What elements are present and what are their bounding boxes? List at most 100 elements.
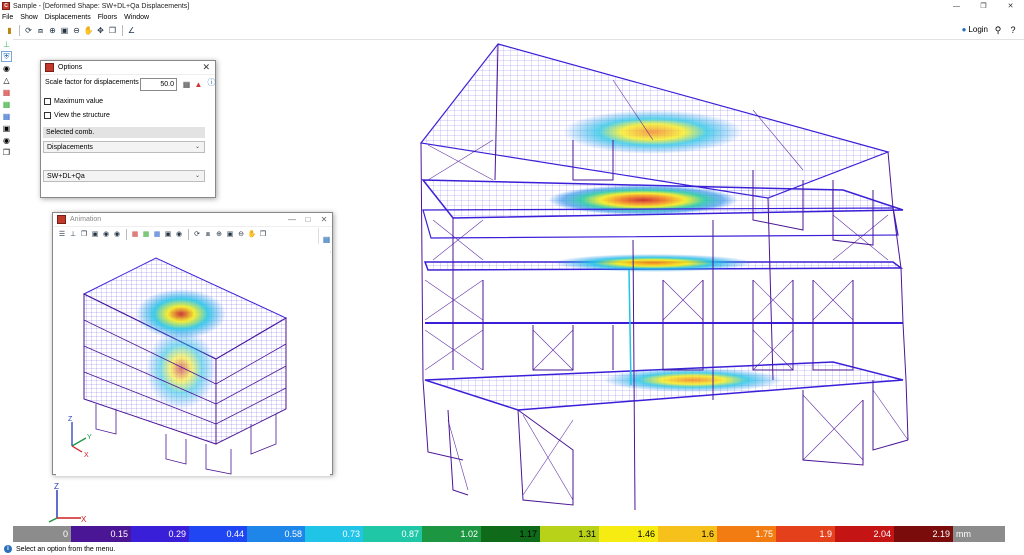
scale-factor-label: Scale factor for displacements bbox=[45, 79, 139, 86]
color-map-icon[interactable]: ▦ bbox=[1, 87, 12, 98]
copy-icon[interactable]: ❐ bbox=[1, 147, 12, 158]
axes-icon[interactable]: ⊥ bbox=[1, 39, 12, 50]
zoom-out-icon[interactable]: ⊖ bbox=[236, 230, 246, 240]
legend-segment: 2.04 bbox=[835, 526, 894, 542]
menu-floors[interactable]: Floors bbox=[98, 14, 117, 21]
menu-displacements[interactable]: Displacements bbox=[45, 14, 91, 21]
slab-icon[interactable]: ▦ bbox=[1, 111, 12, 122]
zoom-window-icon[interactable]: ⧈ bbox=[35, 25, 46, 36]
legend-label: 2.04 bbox=[873, 529, 891, 539]
view-3d-icon[interactable]: ❒ bbox=[258, 230, 268, 240]
legend-label: 0.73 bbox=[342, 529, 360, 539]
axis-x-label: X bbox=[81, 515, 87, 524]
combination-select[interactable]: SW+DL+Qa ⌄ bbox=[43, 170, 205, 182]
restore-button[interactable]: ❐ bbox=[970, 0, 997, 12]
frame-icon[interactable]: ▣ bbox=[90, 230, 100, 240]
options-title-bar: Options bbox=[41, 61, 215, 75]
deformed-icon[interactable]: △ bbox=[1, 75, 12, 86]
view-structure-checkbox[interactable]: View the structure bbox=[44, 112, 110, 119]
dialog-app-icon bbox=[45, 63, 54, 72]
view-structure-label: View the structure bbox=[54, 112, 110, 119]
view-eye-icon[interactable]: ◉ bbox=[174, 230, 184, 240]
grid-icon[interactable]: ▦ bbox=[1, 99, 12, 110]
zoom-in-icon[interactable]: ⊕ bbox=[47, 25, 58, 36]
search-icon[interactable]: ⚲ bbox=[992, 24, 1004, 36]
status-message: Select an option from the menu. bbox=[16, 545, 116, 553]
measure-icon[interactable]: ∠ bbox=[126, 25, 137, 36]
anim-axis-y-label: Y bbox=[87, 434, 92, 441]
zoom-out-icon[interactable]: ⊖ bbox=[71, 25, 82, 36]
copy-icon[interactable]: ❐ bbox=[79, 230, 89, 240]
exit-icon[interactable]: ▮ bbox=[4, 25, 15, 36]
rotate-icon[interactable]: ⟳ bbox=[23, 25, 34, 36]
animation-close-button[interactable]: ✕ bbox=[316, 213, 332, 226]
status-bar: i Select an option from the menu. bbox=[0, 543, 1024, 555]
animation-viewport[interactable]: Z Y X bbox=[56, 244, 330, 476]
menu-show[interactable]: Show bbox=[20, 14, 38, 21]
menu-window[interactable]: Window bbox=[124, 14, 149, 21]
apply-icon[interactable]: ▲ bbox=[193, 79, 204, 90]
main-toolbar: ▮ ⟳ ⧈ ⊕ ▣ ⊖ ✋ ✥ ❒ ∠ bbox=[0, 23, 1024, 38]
legend-label: 1.75 bbox=[755, 529, 773, 539]
help-icon[interactable]: ? bbox=[1007, 24, 1019, 36]
legend-unit: mm bbox=[956, 529, 971, 539]
options-close-icon[interactable]: ✕ bbox=[202, 62, 210, 73]
stack-icon[interactable]: ☰ bbox=[57, 230, 67, 240]
close-window-button[interactable]: ✕ bbox=[997, 0, 1024, 12]
result-type-select[interactable]: Displacements ⌄ bbox=[43, 141, 205, 153]
zoom-all-icon[interactable]: ▣ bbox=[225, 230, 235, 240]
displacement-legend: 0 0.15 0.29 0.44 0.58 0.73 0.87 1.02 1.17 1.31 1.4… bbox=[13, 526, 1024, 542]
rotate-icon[interactable]: ⟳ bbox=[192, 230, 202, 240]
zoom-window-icon[interactable]: ⧈ bbox=[203, 230, 213, 240]
maximum-value-checkbox[interactable]: Maximum value bbox=[44, 98, 103, 105]
slab-icon[interactable]: ▦ bbox=[152, 230, 162, 240]
options-dialog: Options ✕ Scale factor for displacements… bbox=[40, 60, 216, 198]
login-button[interactable]: ● Login bbox=[962, 25, 988, 34]
scale-factor-input[interactable]: 50.0 bbox=[140, 78, 177, 91]
pan-hand-icon[interactable]: ✋ bbox=[247, 230, 257, 240]
dialog-help-icon[interactable]: ⓘ bbox=[206, 77, 217, 88]
menu-file[interactable]: File bbox=[2, 14, 13, 21]
legend-segment: 0.44 bbox=[189, 526, 247, 542]
camera-icon[interactable]: ◉ bbox=[101, 230, 111, 240]
app-icon: C bbox=[2, 2, 10, 10]
options-title: Options bbox=[58, 64, 83, 71]
cube-icon[interactable]: ▣ bbox=[1, 123, 12, 134]
pan-hand-icon[interactable]: ✋ bbox=[83, 25, 94, 36]
legend-segment: 0 bbox=[13, 526, 71, 542]
anim-axis-z-label: Z bbox=[68, 416, 73, 423]
zoom-all-icon[interactable]: ▣ bbox=[59, 25, 70, 36]
view-eye-icon[interactable]: ◉ bbox=[1, 135, 12, 146]
cube-icon[interactable]: ▣ bbox=[163, 230, 173, 240]
dialog-app-icon bbox=[57, 215, 66, 224]
legend-label: 0.44 bbox=[226, 529, 244, 539]
chevron-down-icon: ⌄ bbox=[194, 144, 200, 150]
legend-segment: 1.02 bbox=[422, 526, 481, 542]
anim-axis-x-label: X bbox=[84, 452, 89, 458]
result-type-value: Displacements bbox=[47, 143, 93, 151]
legend-label: 2.19 bbox=[932, 529, 950, 539]
legend-segment: 0.58 bbox=[247, 526, 305, 542]
view-3d-icon[interactable]: ❒ bbox=[107, 25, 118, 36]
animation-maximize-button[interactable]: □ bbox=[300, 213, 316, 226]
move-icon[interactable]: ✥ bbox=[95, 25, 106, 36]
legend-segment: 1.31 bbox=[540, 526, 599, 542]
axis-z-label: Z bbox=[54, 482, 59, 491]
shield-icon[interactable]: ⛨ bbox=[1, 51, 12, 62]
login-label: Login bbox=[968, 25, 988, 34]
calculator-icon[interactable]: ▦ bbox=[181, 79, 192, 90]
legend-segment: mm bbox=[953, 526, 1005, 542]
color-map-icon[interactable]: ▦ bbox=[130, 230, 140, 240]
minimize-button[interactable]: — bbox=[943, 0, 970, 12]
zoom-in-icon[interactable]: ⊕ bbox=[214, 230, 224, 240]
animation-toolbar: ☰ ⊥ ❐ ▣ ◉ ◉ ▦ ▦ ▦ ▣ ◉ ⟳ ⧈ ⊕ ▣ ⊖ ✋ ❒ bbox=[57, 228, 269, 241]
combination-value: SW+DL+Qa bbox=[47, 172, 85, 180]
grid-icon[interactable]: ▦ bbox=[141, 230, 151, 240]
legend-label: 0.87 bbox=[401, 529, 419, 539]
checkbox-box bbox=[44, 98, 51, 105]
animation-minimize-button[interactable]: — bbox=[284, 213, 300, 226]
window-title: Sample - [Deformed Shape: SW+DL+Qa Displ… bbox=[13, 2, 190, 10]
eye-icon[interactable]: ◉ bbox=[1, 63, 12, 74]
axes-icon[interactable]: ⊥ bbox=[68, 230, 78, 240]
eye-icon[interactable]: ◉ bbox=[112, 230, 122, 240]
